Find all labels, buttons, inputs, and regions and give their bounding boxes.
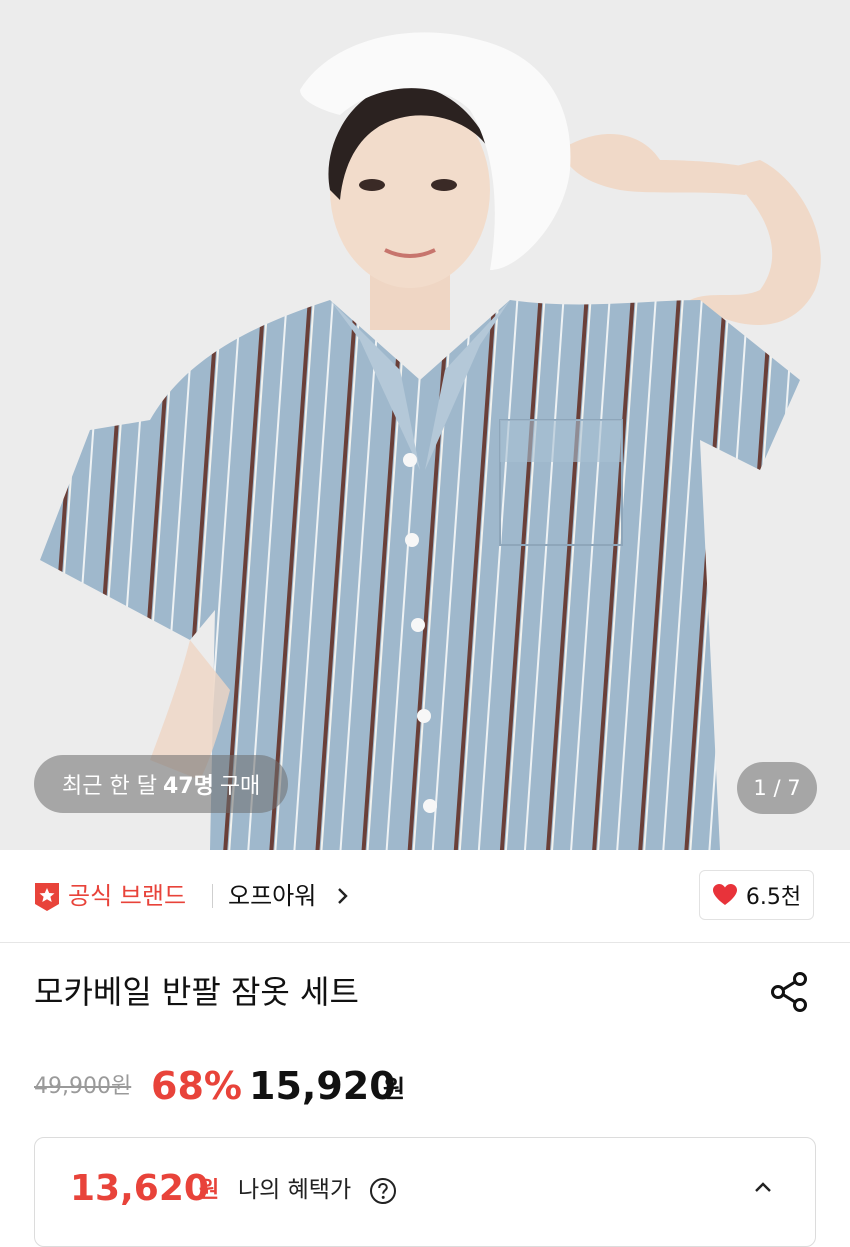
benefit-price: 13,620 <box>70 1168 209 1209</box>
product-image[interactable]: 최근 한 달 47명 구매 1 / 7 <box>0 0 850 850</box>
chevron-right-icon[interactable] <box>336 887 348 905</box>
model-photo <box>0 0 850 850</box>
share-icon[interactable] <box>768 970 812 1014</box>
official-badge-icon <box>35 883 59 911</box>
official-brand-label: 공식 브랜드 <box>68 882 187 910</box>
brand-name-link[interactable]: 오프아워 <box>228 880 316 912</box>
original-price: 49,900원 <box>34 1074 132 1099</box>
benefit-label: 나의 혜택가 <box>238 1177 352 1203</box>
question-icon[interactable] <box>369 1177 397 1205</box>
heart-icon <box>712 884 737 905</box>
recent-purchase-badge: 최근 한 달 47명 구매 <box>34 755 289 813</box>
sale-price: 15,920 <box>249 1064 396 1108</box>
benefit-price-unit: 원 <box>199 1178 220 1203</box>
recent-purchase-suffix: 구매 <box>219 774 261 799</box>
image-counter: 1 / 7 <box>737 762 817 814</box>
recent-purchase-prefix: 최근 한 달 <box>62 774 157 799</box>
divider <box>212 884 213 908</box>
product-title: 모카베일 반팔 잠옷 세트 <box>34 973 359 1011</box>
discount-rate: 68% <box>151 1064 242 1108</box>
recent-purchase-count: 47명 <box>162 774 214 799</box>
sale-price-unit: 원 <box>383 1075 406 1103</box>
like-button[interactable]: 6.5천 <box>699 870 814 920</box>
like-count: 6.5천 <box>745 885 802 910</box>
chevron-up-icon[interactable] <box>750 1176 776 1198</box>
